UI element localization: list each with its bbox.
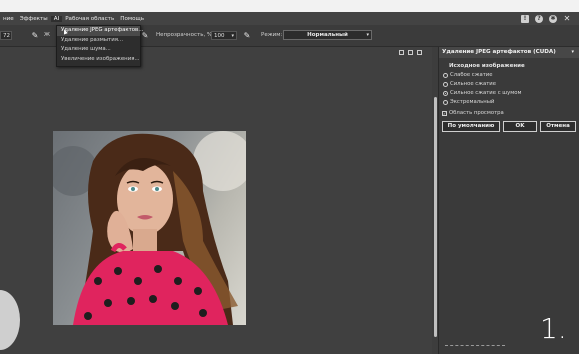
option-extreme[interactable]: Экстремальный bbox=[443, 99, 494, 105]
help-icon[interactable]: ? bbox=[535, 14, 543, 23]
default-button[interactable]: По умолчанию bbox=[442, 121, 500, 132]
blend-mode-select[interactable]: Нормальный ▾ bbox=[283, 30, 372, 40]
cancel-button[interactable]: Отмена bbox=[540, 121, 576, 132]
brush-size-field[interactable]: 72 bbox=[0, 31, 12, 40]
option-strong-compression-noise[interactable]: Сильное сжатие с шумом bbox=[443, 90, 522, 96]
radio-selected-icon[interactable] bbox=[443, 90, 448, 96]
source-image-title: Исходное изображение bbox=[449, 63, 525, 69]
chevron-down-icon[interactable]: ▾ bbox=[571, 47, 574, 58]
canvas-view-icons bbox=[399, 50, 422, 55]
chevron-down-icon: ▾ bbox=[366, 32, 369, 38]
ok-button[interactable]: OK bbox=[503, 121, 537, 132]
menu-right-icons: ! ? ✱ ✕ bbox=[521, 14, 579, 23]
radio-icon[interactable] bbox=[443, 99, 448, 105]
mode-label: Режим: bbox=[261, 32, 283, 38]
menu-item-effects[interactable]: Эффекты bbox=[17, 16, 51, 22]
option-weak-compression[interactable]: Слабое сжатие bbox=[443, 72, 493, 78]
bottom-decoration bbox=[445, 345, 505, 354]
menu-item-upscale[interactable]: Увеличение изображения... bbox=[57, 55, 140, 65]
gear-icon[interactable]: ✱ bbox=[549, 14, 557, 23]
overlay-step-number: 1. bbox=[540, 312, 567, 345]
preview-checkbox-row[interactable]: ✓ Область просмотра bbox=[442, 110, 504, 116]
menu-item-deblur[interactable]: Удаление размытия... bbox=[57, 36, 140, 46]
ai-menu-dropdown: Удаление JPEG артефактов... Удаление раз… bbox=[56, 25, 143, 67]
jpeg-artifact-panel: Удаление JPEG артефактов (CUDA) ▾ Исходн… bbox=[438, 47, 579, 354]
panel-title-text: Удаление JPEG артефактов (CUDA) bbox=[442, 49, 556, 55]
radio-icon[interactable] bbox=[443, 81, 448, 87]
notification-icon[interactable]: ! bbox=[521, 14, 529, 23]
option-label: Сильное сжатие bbox=[450, 81, 497, 87]
brush-icon[interactable]: ✎ bbox=[30, 31, 40, 40]
toolbar-partial-label: Ж bbox=[44, 32, 50, 38]
portrait-illustration bbox=[53, 131, 246, 325]
checkbox-checked-icon[interactable]: ✓ bbox=[442, 110, 447, 116]
portrait-photo bbox=[53, 131, 246, 325]
grid-icon[interactable] bbox=[408, 50, 413, 55]
radio-icon[interactable] bbox=[443, 72, 448, 78]
opacity-field[interactable]: 100 ▾ bbox=[211, 31, 237, 40]
menu-item-edit-partial[interactable]: ние bbox=[0, 16, 17, 22]
option-strong-compression[interactable]: Сильное сжатие bbox=[443, 81, 496, 87]
option-label: Слабое сжатие bbox=[450, 72, 493, 78]
menu-bar: ние Эффекты AI Рабочая область Помощь ! … bbox=[0, 12, 579, 25]
option-label: Экстремальный bbox=[450, 99, 495, 105]
document-icon[interactable] bbox=[399, 50, 404, 55]
close-icon[interactable]: ✕ bbox=[563, 14, 571, 23]
chevron-down-icon: ▾ bbox=[231, 33, 234, 39]
top-band bbox=[0, 0, 579, 12]
layout-icon[interactable] bbox=[417, 50, 422, 55]
menu-item-ai[interactable]: AI bbox=[50, 15, 63, 22]
menu-item-help[interactable]: Помощь bbox=[117, 16, 147, 22]
opacity-label: Непрозрачность, % bbox=[156, 32, 213, 38]
opacity-value: 100 bbox=[214, 33, 225, 39]
option-label: Сильное сжатие с шумом bbox=[450, 90, 522, 96]
app-window: ние Эффекты AI Рабочая область Помощь ! … bbox=[0, 0, 579, 354]
menu-item-denoise[interactable]: Удаление шума... bbox=[57, 45, 140, 55]
vertical-scrollbar[interactable] bbox=[434, 97, 437, 337]
preview-label: Область просмотра bbox=[449, 110, 504, 116]
menu-item-jpeg-artifact-removal[interactable]: Удаление JPEG артефактов... bbox=[57, 26, 143, 36]
menu-item-workspace[interactable]: Рабочая область bbox=[62, 16, 117, 22]
blend-mode-value: Нормальный bbox=[307, 32, 348, 38]
panel-title[interactable]: Удаление JPEG артефактов (CUDA) ▾ bbox=[439, 47, 579, 58]
brush-pressure-icon[interactable]: ✎ bbox=[242, 31, 252, 40]
